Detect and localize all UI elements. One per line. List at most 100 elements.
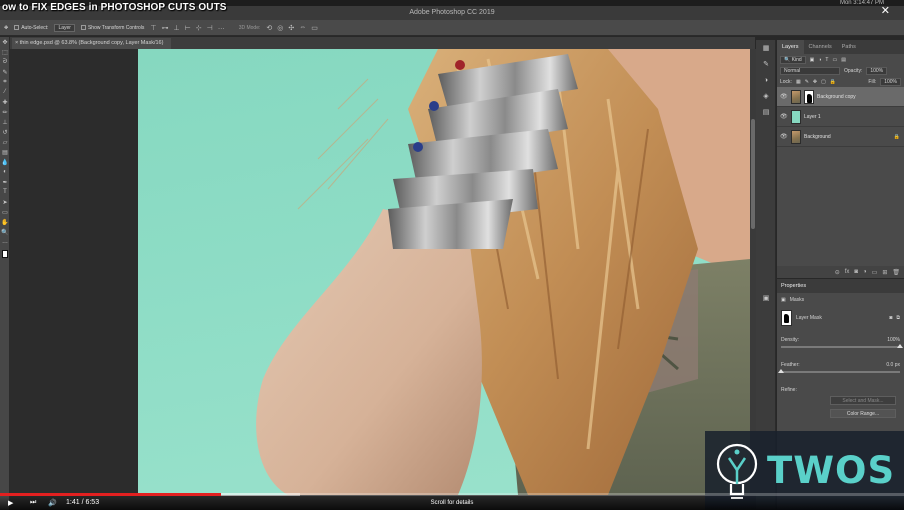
adjustment-layer-icon[interactable]: ◑ [863,269,867,275]
color-range-row: Color Range... [777,409,904,418]
color-swatches-icon[interactable] [0,247,10,261]
eyedropper-tool-icon[interactable]: ⁄ [0,87,10,97]
dodge-tool-icon[interactable]: ◐ [0,167,10,177]
eye-icon[interactable]: 👁 [780,133,788,140]
layer-mask-thumbnail[interactable] [804,89,814,104]
type-tool-icon[interactable]: T [0,187,10,197]
layers-panel-icon[interactable]: ▤ [756,104,776,120]
lock-paint-icon[interactable]: ✎ [805,79,809,85]
color-range-button[interactable]: Color Range... [830,409,896,418]
scroll-for-details[interactable]: Scroll for details [0,500,904,506]
pen-tool-icon[interactable]: ✒ [0,177,10,187]
document-canvas[interactable] [138,49,750,495]
align-top-icon[interactable]: ⊤ [150,24,156,32]
density-value[interactable]: 100% [887,337,900,343]
lock-pixels-icon[interactable]: ▦ [796,79,801,85]
3d-slide-icon[interactable]: ⇔ [299,24,306,32]
canvas-area[interactable] [10,49,750,495]
mask-row: Layer Mask ◙ ⧉ [777,307,904,329]
more-options-icon[interactable]: … [218,24,225,32]
eye-icon[interactable]: 👁 [780,93,788,100]
opacity-input[interactable]: 100% [866,66,888,75]
align-left-icon[interactable]: ⊢ [185,24,191,32]
filter-type-icon[interactable]: T [825,57,828,63]
lock-all-icon[interactable]: 🔒 [830,79,836,85]
filter-pixel-icon[interactable]: ▣ [810,57,815,63]
group-icon[interactable]: ▭ [872,269,878,276]
path-select-icon[interactable]: ➤ [0,197,10,207]
hand-tool-icon[interactable]: ✋ [0,217,10,227]
masks-header: ▣ Masks [777,293,904,307]
pixel-mask-icon[interactable]: ▣ [781,297,786,303]
feather-slider[interactable] [778,369,900,373]
system-clock: Mon 3:14:47 PM [839,0,884,6]
quick-select-tool-icon[interactable]: ✎ [0,67,10,77]
more-tools-icon[interactable]: … [0,237,10,247]
filter-shape-icon[interactable]: ▭ [832,57,837,63]
align-center-icon[interactable]: ⊹ [196,24,202,32]
crop-tool-icon[interactable]: ⌗ [0,77,10,87]
document-tab[interactable]: × thin edge.psd @ 63.8% (Background copy… [12,38,172,49]
layer-row-background-copy[interactable]: 👁 Background copy [777,87,904,107]
adjustments-panel-icon[interactable]: ◑ [756,72,776,88]
feather-value[interactable]: 0.0 px [886,362,900,368]
trash-icon[interactable]: 🗑 [892,269,900,276]
new-layer-icon[interactable]: ⊞ [882,269,887,276]
options-bar: ✥ Auto-Select: Layer Show Transform Cont… [0,20,904,36]
screen: Adobe Photoshop CC 2019 ✥ Auto-Select: L… [0,0,904,510]
select-and-mask-button[interactable]: Select and Mask... [830,396,896,405]
tab-layers[interactable]: Layers [777,40,804,54]
filter-adjust-icon[interactable]: ◑ [818,57,821,63]
move-tool-icon[interactable]: ✥ [0,37,10,47]
history-panel-icon[interactable]: ▦ [756,40,776,56]
layers-panel-tabs: Layers Channels Paths [777,40,904,54]
fill-input[interactable]: 100% [880,77,901,86]
lasso-tool-icon[interactable]: ᘐ [0,57,10,67]
properties-title: Properties [777,279,904,293]
blur-tool-icon[interactable]: 💧 [0,157,10,167]
zoom-tool-icon[interactable]: 🔍 [0,227,10,237]
align-bottom-icon[interactable]: ⊥ [174,24,180,32]
3d-rotate-icon[interactable]: ⟲ [266,24,272,32]
show-transform-checkbox[interactable]: Show Transform Controls [80,25,144,31]
brush-panel-icon[interactable]: ✎ [756,56,776,72]
lock-position-icon[interactable]: ✥ [813,79,817,85]
density-slider[interactable] [781,344,903,348]
healing-tool-icon[interactable]: ✚ [0,97,10,107]
move-tool-icon[interactable]: ✥ [4,25,8,31]
close-icon[interactable]: ✕ [881,4,890,17]
select-mask-row: Select and Mask... [777,396,904,405]
tab-channels[interactable]: Channels [804,40,837,54]
pixel-mask-select-icon[interactable]: ◙ [889,315,892,321]
tab-paths[interactable]: Paths [837,40,861,54]
vector-mask-icon[interactable]: ⧉ [896,315,900,321]
layer-row-background[interactable]: 👁 Background 🔒 [777,127,904,147]
3d-pan-icon[interactable]: ✣ [288,24,294,32]
add-mask-icon[interactable]: ◙ [854,269,858,275]
align-right-icon[interactable]: ⊣ [207,24,213,32]
history-brush-icon[interactable]: ↺ [0,127,10,137]
layer-row-layer-1[interactable]: 👁 Layer 1 [777,107,904,127]
eraser-tool-icon[interactable]: ▱ [0,137,10,147]
stamp-tool-icon[interactable]: ⊥ [0,117,10,127]
link-layers-icon[interactable]: ⊝ [835,269,840,276]
layer-name: Background copy [817,93,856,100]
fx-icon[interactable]: fx [845,269,850,275]
shape-tool-icon[interactable]: ▭ [0,207,10,217]
properties-panel-icon[interactable]: ▣ [756,290,776,306]
auto-select-dropdown[interactable]: Layer [54,23,75,32]
3d-scale-icon[interactable]: ▭ [311,24,318,32]
marquee-tool-icon[interactable]: ⬚ [0,47,10,57]
eye-icon[interactable]: 👁 [780,113,788,120]
kind-filter-dropdown[interactable]: 🔍 Kind [780,55,806,64]
video-title[interactable]: ow to FIX EDGES in PHOTOSHOP CUTS OUTS [2,2,227,13]
filter-smart-icon[interactable]: ▤ [841,57,846,63]
3d-roll-icon[interactable]: ◎ [277,24,283,32]
lock-artboard-icon[interactable]: ▢ [821,79,826,85]
auto-select-checkbox[interactable]: Auto-Select: [14,25,48,31]
gradient-tool-icon[interactable]: ▤ [0,147,10,157]
libraries-panel-icon[interactable]: ◈ [756,88,776,104]
align-middle-icon[interactable]: ⊶ [162,24,169,32]
brush-tool-icon[interactable]: ✏ [0,107,10,117]
blend-mode-dropdown[interactable]: Normal [780,66,840,75]
